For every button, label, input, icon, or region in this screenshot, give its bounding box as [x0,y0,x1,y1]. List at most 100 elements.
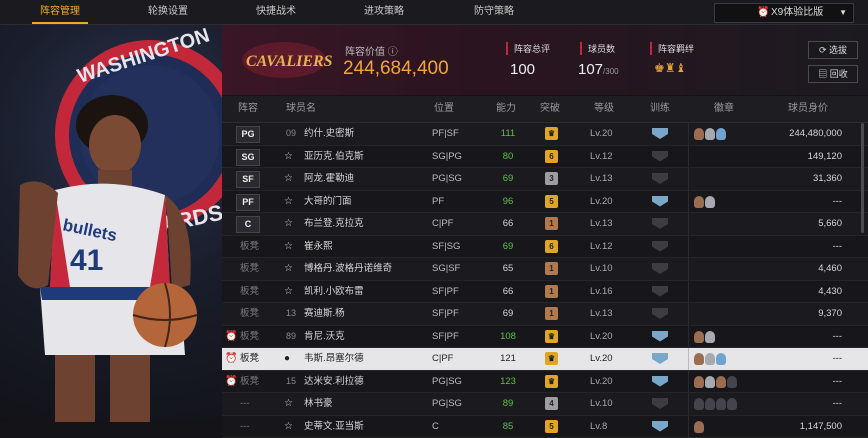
breakthrough-badge: 5 [545,195,558,208]
col-salary[interactable]: 球员身价 [788,96,828,122]
training-shield-icon[interactable] [652,376,668,387]
player-name[interactable]: 博格丹.波格丹诺维奇 [304,258,392,280]
table-row[interactable]: 板凳☆博格丹.波格丹诺维奇SG|SF651Lv.104,460 [222,258,868,281]
badge-icon[interactable] [694,331,704,343]
badge-icon[interactable] [694,353,704,365]
player-name[interactable]: 史蒂文.亚当斯 [304,416,364,438]
badge-icon[interactable] [705,331,715,343]
player-name[interactable]: 阿龙.霍勒迪 [304,168,354,190]
badge-icon[interactable] [705,353,715,365]
training-shield-icon[interactable] [652,151,668,162]
training-shield-icon[interactable] [652,353,668,364]
col-rating[interactable]: 能力 [496,96,516,122]
table-row[interactable]: 板凳13赛迪斯.杨SF|PF691Lv.139,370 [222,303,868,326]
badge-icon[interactable] [694,376,704,388]
training-shield-icon[interactable] [652,173,668,184]
player-name[interactable]: 大哥的门面 [304,191,352,213]
player-name[interactable]: 林书豪 [304,393,333,415]
lineup-slot-label[interactable]: 板凳 [240,281,259,303]
player-name[interactable]: 肯尼.沃克 [304,326,345,348]
badge-icon[interactable] [727,376,737,388]
lineup-slot-badge[interactable]: C [236,216,260,233]
training-shield-icon[interactable] [652,218,668,229]
table-row[interactable]: PF☆大哥的门面PF965Lv.20--- [222,191,868,214]
player-rating: 108 [494,326,522,348]
badge-icon[interactable] [694,196,704,208]
col-training[interactable]: 训练 [650,96,670,122]
tab-quick-tactics[interactable]: 快捷战术 [226,0,326,24]
version-select[interactable]: ⏰ X9体验比版 ▼ [714,3,854,23]
player-name[interactable]: 赛迪斯.杨 [304,303,345,325]
badge-icon[interactable] [705,376,715,388]
table-row[interactable]: ⏰板凳15达米安.利拉德PG|SG123♛Lv.20--- [222,371,868,394]
help-icon[interactable]: ⓘ [388,47,398,58]
player-name[interactable]: 布兰登.克拉克 [304,213,364,235]
select-button[interactable]: ⟳ 选拔 [808,41,858,59]
lineup-slot-label[interactable]: 板凳 [240,348,259,370]
lineup-slot-label[interactable]: 板凳 [240,326,259,348]
training-shield-icon[interactable] [652,398,668,409]
badge-icon[interactable] [694,398,704,410]
table-row[interactable]: SG☆亚历克.伯克斯SG|PG806Lv.12149,120 [222,146,868,169]
scrollbar[interactable] [861,123,864,233]
table-row[interactable]: ---☆林书豪PG|SG894Lv.10--- [222,393,868,416]
tab-defense[interactable]: 防守策略 [444,0,544,24]
table-row[interactable]: C☆布兰登.克拉克C|PF661Lv.135,660 [222,213,868,236]
lineup-slot-label[interactable]: --- [240,416,250,438]
lineup-slot-label[interactable]: 板凳 [240,371,259,393]
lineup-slot-label[interactable]: 板凳 [240,303,259,325]
player-position: C|PF [432,213,453,235]
badge-icon[interactable] [727,398,737,410]
table-row[interactable]: SF☆阿龙.霍勒迪PG|SG693Lv.1331,360 [222,168,868,191]
tab-rotation[interactable]: 轮换设置 [118,0,218,24]
player-name[interactable]: 约什.史密斯 [304,123,354,145]
recycle-button[interactable]: ▤ 回收 [808,65,858,83]
training-shield-icon[interactable] [652,263,668,274]
badge-icon[interactable] [716,398,726,410]
player-name[interactable]: 崔永熙 [304,236,333,258]
table-row[interactable]: PG09约什.史密斯PF|SF111♛Lv.20244,480,000 [222,123,868,146]
badge-icon[interactable] [716,353,726,365]
lineup-slot-label[interactable]: 板凳 [240,258,259,280]
chemistry-icons[interactable]: ♚♜♝ [654,61,686,75]
alarm-clock-icon: ⏰ [225,326,237,348]
col-player-name[interactable]: 球员名 [286,96,316,122]
training-shield-icon[interactable] [652,331,668,342]
badge-icon[interactable] [694,421,704,433]
training-shield-icon[interactable] [652,421,668,432]
training-shield-icon[interactable] [652,308,668,319]
badge-icon[interactable] [705,196,715,208]
badge-icon[interactable] [716,376,726,388]
col-breakthrough[interactable]: 突破 [540,96,560,122]
player-name[interactable]: 达米安.利拉德 [304,371,364,393]
badge-icon[interactable] [716,128,726,140]
table-row[interactable]: 板凳☆崔永熙SF|SG696Lv.12--- [222,236,868,259]
col-level[interactable]: 等级 [594,96,614,122]
col-badges[interactable]: 徽章 [714,96,734,122]
table-row[interactable]: ⏰板凳●韦斯.昂塞尔德C|PF121♛Lv.20--- [222,348,868,371]
badge-icon[interactable] [694,128,704,140]
badge-icon[interactable] [705,398,715,410]
training-shield-icon[interactable] [652,196,668,207]
lineup-slot-label[interactable]: --- [240,393,250,415]
lineup-slot-badge[interactable]: PG [236,126,260,143]
player-name[interactable]: 亚历克.伯克斯 [304,146,364,168]
player-name[interactable]: 韦斯.昂塞尔德 [304,348,364,370]
table-row[interactable]: 板凳☆凯利.小欧布雷SF|PF661Lv.164,430 [222,281,868,304]
table-row[interactable]: ⏰板凳89肯尼.沃克SF|PF108♛Lv.20--- [222,326,868,349]
lineup-slot-label[interactable]: 板凳 [240,236,259,258]
table-row[interactable]: ---☆史蒂文.亚当斯C855Lv.81,147,500 [222,416,868,438]
training-shield-icon[interactable] [652,241,668,252]
lineup-slot-badge[interactable]: SG [236,149,260,166]
lineup-slot-badge[interactable]: PF [236,194,260,211]
training-shield-icon[interactable] [652,128,668,139]
training-shield-icon[interactable] [652,286,668,297]
lineup-slot-badge[interactable]: SF [236,171,260,188]
tab-lineup[interactable]: 阵容管理 [10,0,110,24]
badge-icon[interactable] [705,128,715,140]
col-position[interactable]: 位置 [434,96,454,122]
player-name[interactable]: 凯利.小欧布雷 [304,281,364,303]
tab-offense[interactable]: 进攻策略 [334,0,434,24]
col-lineup[interactable]: 阵容 [238,96,258,122]
team-header: CAVALIERS 阵容价值 ⓘ 244,684,400 阵容总评 100 球员… [222,25,868,95]
